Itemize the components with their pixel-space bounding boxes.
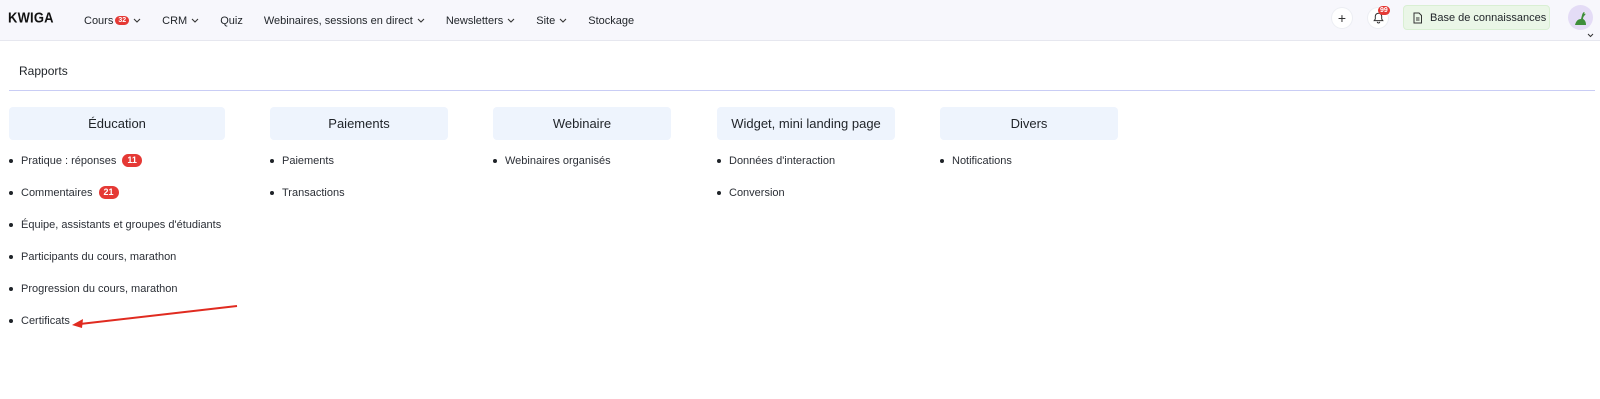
- report-link-commentaires[interactable]: Commentaires 21: [9, 186, 225, 218]
- column-heading: Widget, mini landing page: [717, 107, 895, 140]
- nav-crm[interactable]: CRM: [162, 15, 199, 27]
- add-button[interactable]: +: [1332, 8, 1352, 28]
- nav-cours-label: Cours: [84, 14, 114, 27]
- report-link-transactions[interactable]: Transactions: [270, 186, 448, 218]
- report-link-label: Progression du cours, marathon: [21, 283, 178, 295]
- report-link-label: Certificats: [21, 315, 70, 327]
- column-heading: Divers: [940, 107, 1118, 140]
- report-link-label: Commentaires: [21, 187, 93, 199]
- knowledge-base-button[interactable]: Base de connaissances: [1403, 5, 1550, 30]
- main-nav: Cours 32 CRM Quiz Webinaires, sessions e…: [84, 0, 655, 41]
- chevron-down-icon: [133, 18, 141, 23]
- report-link-label: Pratique : réponses: [21, 155, 117, 167]
- report-link-donnees-interaction[interactable]: Données d'interaction: [717, 154, 895, 186]
- nav-newsletters-label: Newsletters: [445, 14, 504, 27]
- column-paiements: Paiements Paiements Transactions: [270, 107, 448, 218]
- report-list: Données d'interaction Conversion: [717, 154, 895, 218]
- notifications-badge: 99: [1378, 6, 1390, 15]
- kwiga-logo[interactable]: KWIGA: [8, 9, 54, 26]
- nav-site[interactable]: Site: [536, 15, 567, 27]
- nav-stockage[interactable]: Stockage: [588, 15, 634, 27]
- report-link-pratique-reponses[interactable]: Pratique : réponses 11: [9, 154, 225, 186]
- column-widget: Widget, mini landing page Données d'inte…: [717, 107, 895, 218]
- column-heading: Paiements: [270, 107, 448, 140]
- nav-crm-label: CRM: [162, 14, 188, 27]
- annotation-arrow-icon: [72, 305, 238, 328]
- report-link-label: Équipe, assistants et groupes d'étudiant…: [21, 219, 222, 231]
- top-navigation-bar: KWIGA Cours 32 CRM Quiz Webinaires, sess…: [0, 0, 1600, 41]
- nav-cours-badge: 32: [115, 16, 130, 25]
- report-link-label: Conversion: [729, 187, 785, 199]
- chevron-down-icon: [559, 18, 567, 23]
- report-link-label: Notifications: [952, 155, 1012, 167]
- column-heading: Éducation: [9, 107, 225, 140]
- title-divider: [9, 90, 1595, 91]
- nav-quiz[interactable]: Quiz: [220, 15, 243, 27]
- column-webinaire: Webinaire Webinaires organisés: [493, 107, 671, 186]
- report-list: Webinaires organisés: [493, 154, 671, 186]
- report-link-label: Paiements: [282, 155, 334, 167]
- plus-icon: +: [1337, 10, 1347, 26]
- chevron-down-icon: [191, 18, 199, 23]
- nav-quiz-label: Quiz: [220, 14, 243, 27]
- report-link-label: Webinaires organisés: [505, 155, 611, 167]
- document-icon: [1412, 12, 1423, 24]
- nav-newsletters[interactable]: Newsletters: [446, 15, 515, 27]
- report-link-label: Participants du cours, marathon: [21, 251, 177, 263]
- report-link-paiements[interactable]: Paiements: [270, 154, 448, 186]
- report-link-equipe[interactable]: Équipe, assistants et groupes d'étudiant…: [9, 218, 225, 250]
- column-divers: Divers Notifications: [940, 107, 1118, 186]
- column-heading: Webinaire: [493, 107, 671, 140]
- chevron-down-icon: [507, 18, 515, 23]
- report-link-notifications[interactable]: Notifications: [940, 154, 1118, 186]
- nav-webinaires[interactable]: Webinaires, sessions en direct: [264, 15, 425, 27]
- nav-cours[interactable]: Cours 32: [84, 15, 141, 27]
- report-link-participants[interactable]: Participants du cours, marathon: [9, 250, 225, 282]
- chevron-down-icon[interactable]: [1587, 25, 1594, 43]
- nav-stockage-label: Stockage: [588, 14, 635, 27]
- report-link-label: Transactions: [282, 187, 345, 199]
- report-link-label: Données d'interaction: [729, 155, 836, 167]
- report-list: Paiements Transactions: [270, 154, 448, 218]
- report-link-webinaires-organises[interactable]: Webinaires organisés: [493, 154, 671, 186]
- page-title: Rapports: [19, 64, 68, 78]
- report-link-conversion[interactable]: Conversion: [717, 186, 895, 218]
- nav-webinaires-label: Webinaires, sessions en direct: [263, 14, 413, 27]
- knowledge-base-label: Base de connaissances: [1430, 11, 1547, 24]
- nav-site-label: Site: [536, 14, 556, 27]
- report-list: Notifications: [940, 154, 1118, 186]
- count-badge: 21: [98, 186, 119, 199]
- chevron-down-icon: [417, 18, 425, 23]
- count-badge: 11: [122, 154, 142, 167]
